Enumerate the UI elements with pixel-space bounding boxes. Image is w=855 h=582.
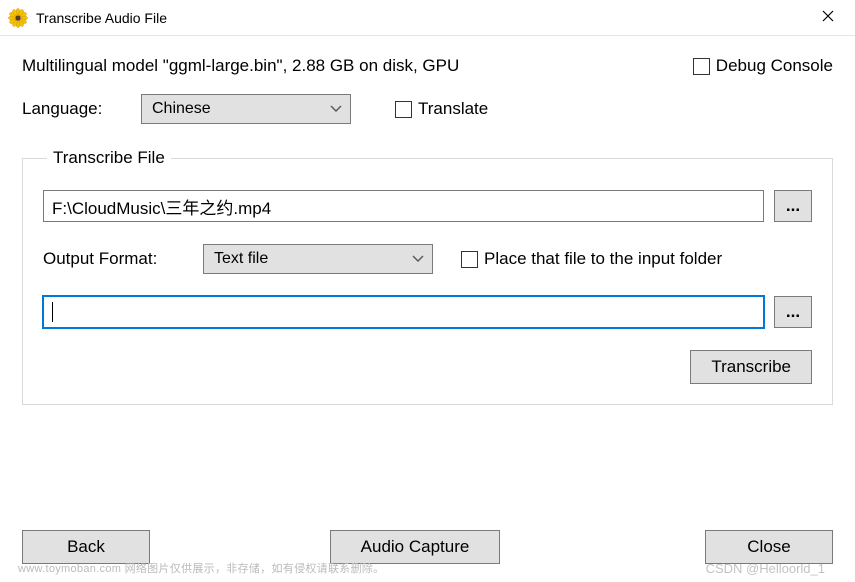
text-caret: [52, 302, 53, 322]
debug-console-label: Debug Console: [716, 56, 833, 76]
language-select[interactable]: Chinese: [141, 94, 351, 124]
watermark-left: www.toymoban.com 网络图片仅供展示，非存储，如有侵权请联系删除。: [18, 560, 384, 576]
input-path-field[interactable]: [43, 190, 764, 222]
chevron-down-icon: [330, 100, 342, 118]
output-format-select[interactable]: Text file: [203, 244, 433, 274]
checkbox-icon: [461, 251, 478, 268]
output-format-label: Output Format:: [43, 249, 193, 269]
group-legend: Transcribe File: [47, 148, 171, 168]
debug-console-checkbox[interactable]: Debug Console: [693, 56, 833, 76]
browse-input-button[interactable]: ...: [774, 190, 812, 222]
app-icon: [8, 8, 28, 28]
close-button[interactable]: Close: [705, 530, 833, 564]
checkbox-icon: [395, 101, 412, 118]
language-selected-value: Chinese: [152, 100, 211, 118]
place-in-folder-checkbox[interactable]: Place that file to the input folder: [461, 249, 722, 269]
chevron-down-icon: [412, 250, 424, 268]
model-info-text: Multilingual model "ggml-large.bin", 2.8…: [22, 56, 459, 76]
output-path-field[interactable]: [43, 296, 764, 328]
browse-output-button[interactable]: ...: [774, 296, 812, 328]
window-title: Transcribe Audio File: [36, 10, 167, 26]
output-format-selected-value: Text file: [214, 250, 268, 268]
place-in-folder-label: Place that file to the input folder: [484, 249, 722, 269]
transcribe-button[interactable]: Transcribe: [690, 350, 812, 384]
language-label: Language:: [22, 99, 127, 119]
translate-label: Translate: [418, 99, 488, 119]
checkbox-icon: [693, 58, 710, 75]
titlebar: Transcribe Audio File: [0, 0, 855, 36]
back-button[interactable]: Back: [22, 530, 150, 564]
audio-capture-button[interactable]: Audio Capture: [330, 530, 500, 564]
transcribe-file-group: Transcribe File ... Output Format: Text …: [22, 148, 833, 405]
window-close-button[interactable]: [805, 2, 851, 34]
translate-checkbox[interactable]: Translate: [395, 99, 488, 119]
close-icon: [822, 9, 834, 27]
watermark-right: CSDN @Helloorld_1: [706, 561, 825, 576]
